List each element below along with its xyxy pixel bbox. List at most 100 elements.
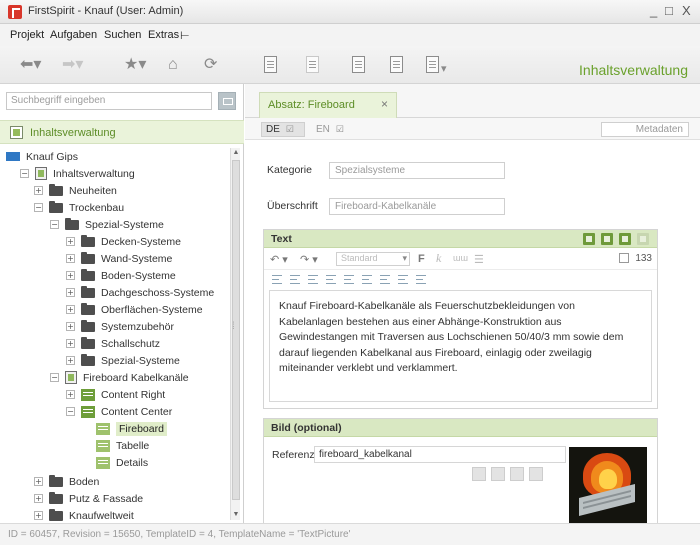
tree-item-fireboard-kabelkanaele[interactable]: − Fireboard Kabelkanäle [50, 369, 189, 386]
tree-item-details[interactable]: Details [96, 454, 148, 471]
minimize-button[interactable]: _ [650, 3, 657, 18]
menu-extras[interactable]: Extras [148, 29, 179, 41]
expand-toggle-icon[interactable]: + [66, 271, 75, 280]
edit-mode-icon[interactable] [583, 233, 595, 245]
document-action-icon[interactable] [426, 56, 439, 73]
tree-item-knauf-gips[interactable]: Knauf Gips [6, 148, 78, 165]
preview-image-icon[interactable] [510, 467, 524, 481]
insert-row-icon[interactable] [290, 275, 300, 284]
expand-toggle-icon[interactable]: + [66, 322, 75, 331]
tree-item-schallschutz[interactable]: + Schallschutz [66, 335, 160, 352]
insert-column-icon[interactable] [308, 275, 318, 284]
tree-item-content-center[interactable]: − Content Center [66, 403, 172, 420]
tree-item-dachgeschoss-systeme[interactable]: + Dachgeschoss-Systeme [66, 284, 214, 301]
maximize-button[interactable]: □ [665, 3, 673, 18]
expand-toggle-icon[interactable]: + [34, 477, 43, 486]
list-icon[interactable]: ☰ [474, 253, 484, 266]
panel-splitter-handle[interactable]: ⁞ [232, 318, 238, 336]
remove-section-icon[interactable] [637, 233, 649, 245]
richtext-editor[interactable]: Knauf Fireboard-Kabelkanäle als Feuersch… [269, 290, 652, 402]
document-action-dropdown-icon[interactable]: ▾ [441, 59, 447, 79]
scroll-up-icon[interactable]: ▲ [231, 148, 241, 158]
layers-icon[interactable] [352, 56, 365, 73]
edit-image-icon[interactable] [491, 467, 505, 481]
menu-overflow[interactable]: ⊢ [180, 29, 190, 42]
expand-toggle-icon[interactable]: + [34, 186, 43, 195]
collapse-toggle-icon[interactable]: − [50, 373, 59, 382]
link-icon[interactable]: ɯɯ [453, 253, 468, 263]
collapse-toggle-icon[interactable]: − [66, 407, 75, 416]
forward-icon[interactable]: ➡▾ [62, 55, 83, 75]
minimize-section-icon[interactable] [601, 233, 613, 245]
search-button-icon[interactable] [218, 92, 236, 110]
tree-item-inhaltsverwaltung[interactable]: − Inhaltsverwaltung [20, 165, 135, 182]
tree-item-wand-systeme[interactable]: + Wand-Systeme [66, 250, 172, 267]
menu-aufgaben[interactable]: Aufgaben [50, 29, 97, 41]
expand-toggle-icon[interactable]: + [66, 356, 75, 365]
kategorie-field[interactable]: Spezialsysteme [329, 162, 505, 179]
tree-item-decken-systeme[interactable]: + Decken-Systeme [66, 233, 181, 250]
scroll-down-icon[interactable]: ▼ [231, 510, 241, 520]
expand-toggle-icon[interactable]: + [34, 511, 43, 520]
bookmark-star-icon[interactable]: ★▾ [124, 55, 146, 75]
tree-item-content-right[interactable]: + Content Right [66, 386, 165, 403]
tree-item-spezial-systeme[interactable]: − Spezial-Systeme [50, 216, 164, 233]
cell-format-icon[interactable] [398, 275, 408, 284]
expand-toggle-icon[interactable]: + [66, 288, 75, 297]
metadata-button[interactable]: Metadaten [601, 122, 689, 137]
language-tab-de[interactable]: DE ☑ [261, 122, 305, 137]
expand-toggle-icon[interactable]: + [66, 254, 75, 263]
tree-item-boden[interactable]: + Boden [34, 473, 99, 490]
style-select[interactable]: Standard [336, 252, 410, 266]
search-input[interactable]: Suchbegriff eingeben [6, 92, 212, 110]
split-cells-icon[interactable] [380, 275, 390, 284]
clear-image-icon[interactable] [529, 467, 543, 481]
italic-button[interactable]: k [436, 251, 441, 266]
document-icon[interactable] [264, 56, 277, 73]
tab-close-icon[interactable]: × [381, 97, 388, 111]
table-properties-icon[interactable] [416, 275, 426, 284]
tree-item-knaufweltweit[interactable]: + Knaufweltweit [34, 507, 134, 523]
menu-projekt[interactable]: Projekt [10, 29, 44, 41]
add-section-icon[interactable] [619, 233, 631, 245]
tab-absatz-fireboard[interactable]: Absatz: Fireboard × [259, 92, 397, 118]
redo-icon[interactable]: ↷ ▾ [300, 253, 318, 266]
document-disabled-icon[interactable] [306, 56, 319, 73]
expand-toggle-icon[interactable]: + [66, 305, 75, 314]
undo-icon[interactable]: ↶ ▾ [270, 253, 288, 266]
expand-toggle-icon[interactable]: + [66, 390, 75, 399]
tree-item-neuheiten[interactable]: + Neuheiten [34, 182, 117, 199]
tree-item-spezial-systeme-2[interactable]: + Spezial-Systeme [66, 352, 180, 369]
collapse-toggle-icon[interactable]: − [20, 169, 29, 178]
merge-cells-icon[interactable] [362, 275, 372, 284]
back-icon[interactable]: ⬅▾ [20, 55, 41, 75]
tree-item-systemzubehoer[interactable]: + Systemzubehör [66, 318, 174, 335]
collapse-toggle-icon[interactable]: − [34, 203, 43, 212]
refresh-icon[interactable]: ⟳ [204, 55, 217, 75]
tree-item-tabelle[interactable]: Tabelle [96, 437, 149, 454]
collapse-toggle-icon[interactable]: − [50, 220, 59, 229]
bold-button[interactable]: F [418, 253, 425, 265]
expand-toggle-icon[interactable]: + [66, 237, 75, 246]
home-icon[interactable]: ⌂ [168, 55, 178, 75]
expand-toggle-icon[interactable]: + [34, 494, 43, 503]
image-preview[interactable] [569, 447, 647, 523]
tree-item-boden-systeme[interactable]: + Boden-Systeme [66, 267, 176, 284]
choose-image-icon[interactable] [472, 467, 486, 481]
expand-toggle-icon[interactable]: + [66, 339, 75, 348]
referenz-field[interactable]: fireboard_kabelkanal [314, 446, 566, 463]
tree-item-oberflaechen-systeme[interactable]: + Oberflächen-Systeme [66, 301, 203, 318]
document-add-icon[interactable] [390, 56, 403, 73]
tree-item-trockenbau[interactable]: − Trockenbau [34, 199, 124, 216]
language-tab-en[interactable]: EN ☑ [311, 122, 357, 137]
tree-item-fireboard[interactable]: Fireboard [96, 420, 167, 437]
close-window-button[interactable]: X [682, 3, 691, 18]
menu-suchen[interactable]: Suchen [104, 29, 141, 41]
insert-table-icon[interactable] [272, 275, 282, 284]
folder-icon [81, 285, 95, 298]
tree-item-label: Boden [69, 475, 100, 488]
ueberschrift-field[interactable]: Fireboard-Kabelkanäle [329, 198, 505, 215]
delete-row-icon[interactable] [326, 275, 336, 284]
delete-column-icon[interactable] [344, 275, 354, 284]
tree-item-putz-fassade[interactable]: + Putz & Fassade [34, 490, 143, 507]
